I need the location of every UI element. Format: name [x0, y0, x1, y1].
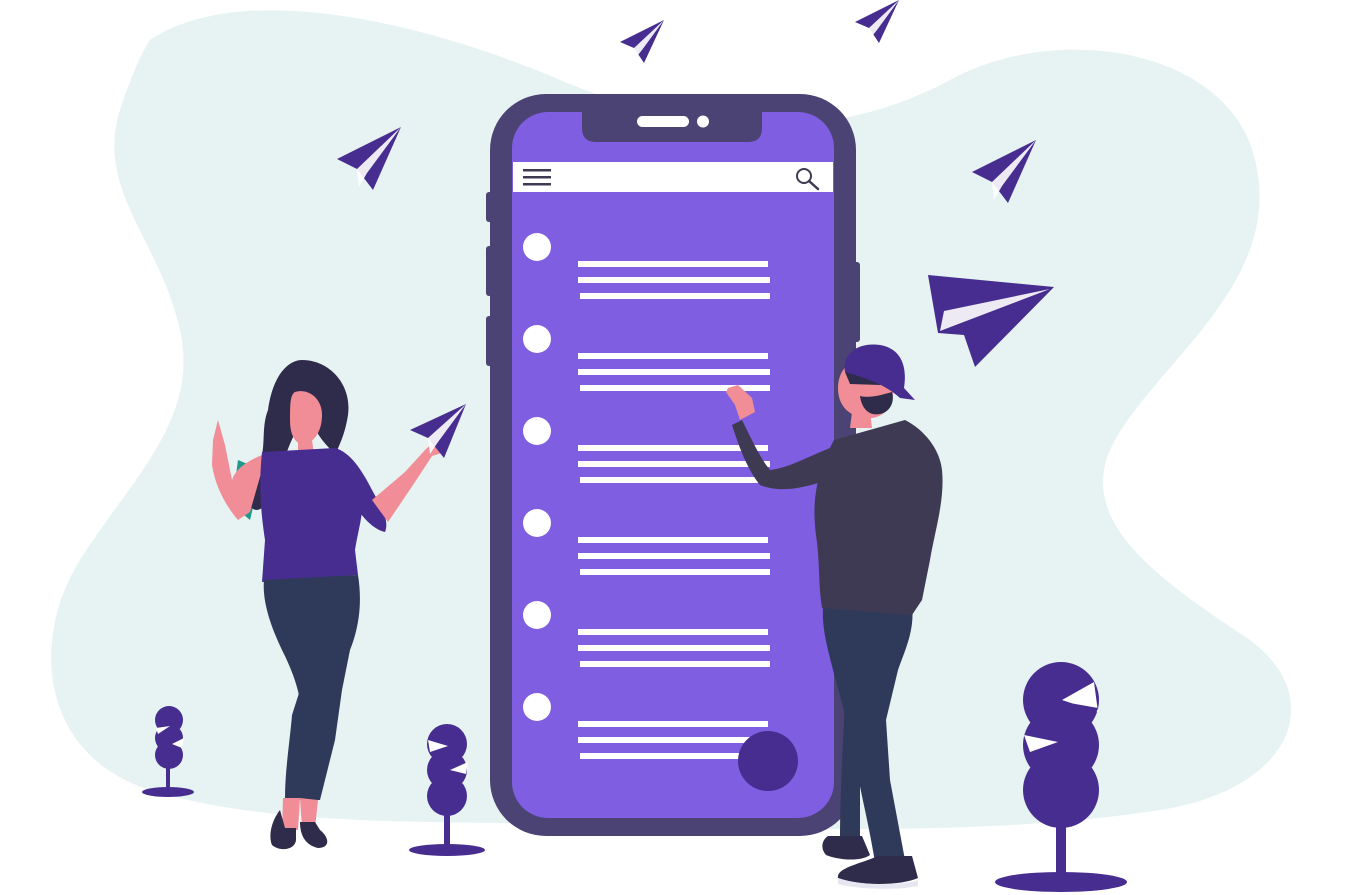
illustration-scene: [51, 0, 1292, 892]
hamburger-menu-icon[interactable]: [523, 169, 551, 186]
paper-plane-icon: [855, 0, 899, 43]
man-shoe-right: [837, 856, 918, 884]
paper-plane-icon: [620, 20, 664, 63]
woman-shoe-right: [300, 822, 328, 848]
app-search-bar[interactable]: [513, 162, 833, 192]
list-item-avatar: [523, 417, 551, 445]
man-shoe-left: [822, 836, 870, 860]
list-item-avatar: [523, 509, 551, 537]
list-item-avatar: [523, 601, 551, 629]
phone-camera: [697, 115, 709, 128]
floating-action-button[interactable]: [738, 731, 798, 791]
list-item-avatar: [523, 693, 551, 721]
list-item-avatar: [523, 325, 551, 353]
phone-speaker: [637, 116, 689, 127]
list-item-avatar: [523, 233, 551, 261]
